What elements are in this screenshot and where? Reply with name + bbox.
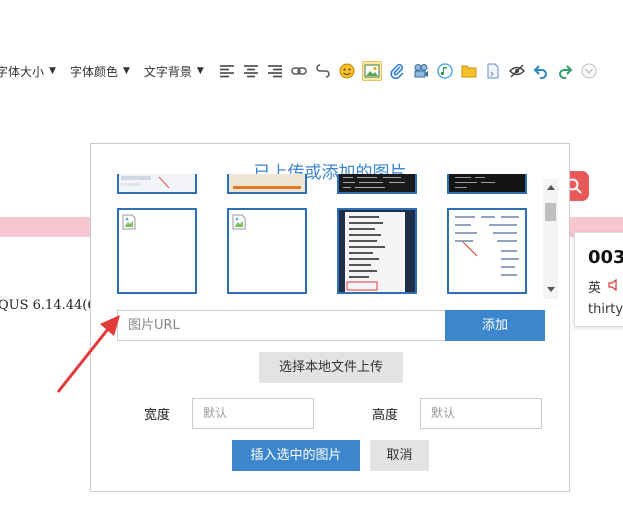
font-color-dropdown[interactable]: 字体颜色 ▼ <box>70 63 130 80</box>
local-upload-button[interactable]: 选择本地文件上传 <box>259 352 403 383</box>
speaker-icon[interactable] <box>607 278 621 292</box>
font-color-label: 字体颜色 <box>69 64 118 79</box>
image-thumbnail[interactable] <box>447 174 527 194</box>
highlight-band-left <box>0 217 90 237</box>
broken-image-icon <box>232 214 246 230</box>
file-icon[interactable] <box>484 62 502 80</box>
chevron-down-icon: ▼ <box>49 66 56 76</box>
music-icon[interactable] <box>436 62 454 80</box>
unlink-icon[interactable] <box>314 62 332 80</box>
text-background-dropdown[interactable]: 文字背景 ▼ <box>144 63 204 80</box>
version-text: QUS 6.14.44(64 <box>0 298 104 313</box>
image-preview <box>121 176 170 189</box>
undo-icon[interactable] <box>532 62 550 80</box>
annotation-arrow-icon <box>56 315 120 393</box>
align-center-icon[interactable] <box>242 62 260 80</box>
image-thumbnail[interactable] <box>447 208 527 294</box>
image-icon[interactable] <box>361 61 382 81</box>
video-icon[interactable] <box>412 62 430 80</box>
image-dialog: 已上传或添加的图片 图片URL 添加 选择本地文件上传 宽度 默认 高度 默认 … <box>90 143 570 492</box>
link-icon[interactable] <box>290 62 308 80</box>
image-thumbnail[interactable] <box>227 208 307 294</box>
scroll-down-icon[interactable] <box>547 287 555 292</box>
hide-icon[interactable] <box>508 62 526 80</box>
redo-icon[interactable] <box>556 62 574 80</box>
image-preview <box>229 174 305 192</box>
translation-card-word: thirty <box>588 302 623 317</box>
emoji-icon[interactable] <box>338 62 356 80</box>
text-background-label: 文字背景 <box>143 64 192 79</box>
scroll-up-icon[interactable] <box>547 185 555 190</box>
image-preview <box>339 210 415 292</box>
page: 字体大小 ▼ 字体颜色 ▼ 文字背景 ▼ QUS 6.14.44(64 003 … <box>0 0 623 522</box>
chevron-down-icon: ▼ <box>122 66 130 76</box>
folder-icon[interactable] <box>460 62 478 80</box>
font-size-label: 字体大小 <box>0 64 45 79</box>
editor-toolbar: 字体大小 ▼ 字体颜色 ▼ 文字背景 ▼ <box>0 56 623 86</box>
cancel-button[interactable]: 取消 <box>370 440 429 471</box>
align-right-icon[interactable] <box>266 62 284 80</box>
width-input[interactable]: 默认 <box>192 398 314 429</box>
broken-image-icon <box>122 214 136 230</box>
width-label: 宽度 <box>144 408 171 423</box>
image-thumbnail[interactable] <box>337 174 417 194</box>
height-input[interactable]: 默认 <box>420 398 542 429</box>
image-thumbnail[interactable] <box>337 208 417 294</box>
more-icon[interactable] <box>580 62 598 80</box>
image-thumbnail[interactable] <box>117 174 197 194</box>
font-size-dropdown[interactable]: 字体大小 ▼ <box>0 63 56 80</box>
image-thumbnail[interactable] <box>227 174 307 194</box>
scroll-thumb[interactable] <box>545 203 556 221</box>
chevron-down-icon: ▼ <box>196 66 204 76</box>
height-label: 高度 <box>372 408 399 423</box>
thumbnail-scrollbar[interactable] <box>543 179 558 299</box>
uploaded-image-list <box>111 174 551 296</box>
attachment-icon[interactable] <box>388 62 406 80</box>
image-preview <box>455 216 519 276</box>
translation-card-lang: 英 <box>588 281 602 296</box>
translation-card-number: 003 <box>588 247 623 268</box>
image-url-input[interactable]: 图片URL <box>117 310 445 341</box>
insert-selected-button[interactable]: 插入选中的图片 <box>232 440 360 471</box>
image-preview <box>455 177 495 188</box>
add-button[interactable]: 添加 <box>445 310 545 341</box>
image-preview <box>343 177 405 188</box>
image-thumbnail[interactable] <box>117 208 197 294</box>
align-left-icon[interactable] <box>218 62 236 80</box>
